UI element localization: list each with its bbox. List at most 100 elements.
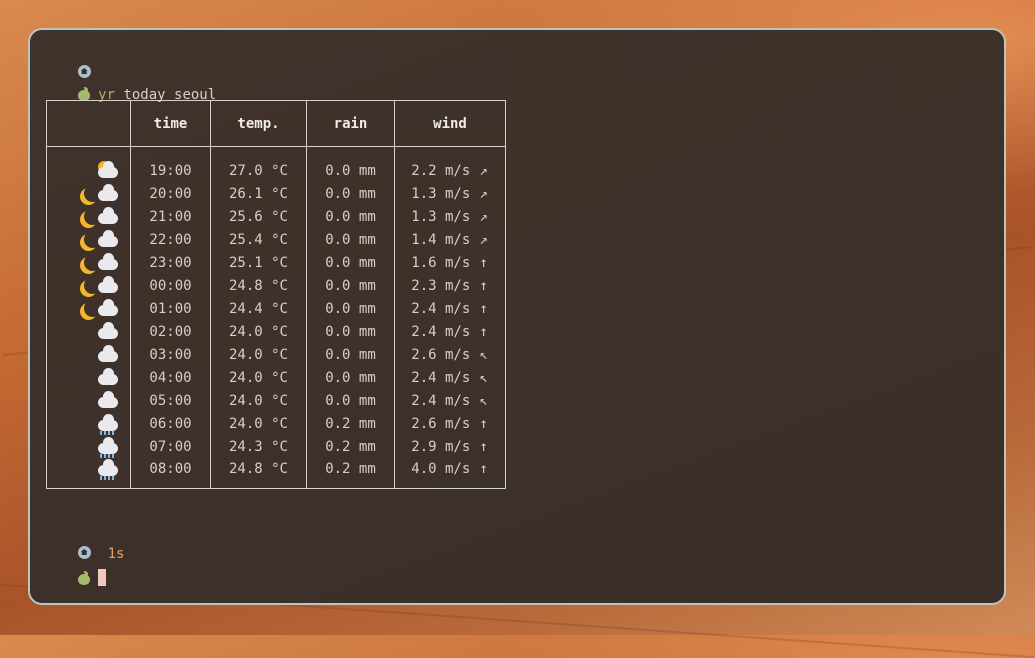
wind-direction-icon: ↗ [479, 231, 488, 248]
temp-cell: 24.0 °C [210, 389, 307, 412]
weather-icon-cell [46, 182, 131, 205]
cloud-icon [82, 344, 118, 365]
wind-speed: 2.2 m/s [411, 162, 471, 179]
moon-cloud-icon [82, 229, 118, 250]
wind-direction-icon: ↗ [479, 162, 488, 179]
table-row: 06:00 24.0 °C 0.2 mm 2.6 m/s ↑ [46, 412, 506, 435]
rain-cell: 0.2 mm [306, 435, 395, 458]
wind-direction-icon: ↗ [479, 208, 488, 225]
rain-cell: 0.0 mm [306, 251, 395, 274]
table-row: 19:00 27.0 °C 0.0 mm 2.2 m/s ↗ [46, 159, 506, 182]
input-line[interactable] [44, 553, 107, 603]
cloud-icon [82, 321, 118, 342]
wind-speed: 1.4 m/s [411, 231, 471, 248]
temp-cell: 24.0 °C [210, 366, 307, 389]
weather-icon-cell [46, 320, 131, 343]
rain-cell: 0.0 mm [306, 274, 395, 297]
wind-cell: 2.2 m/s ↗ [394, 159, 506, 182]
wind-speed: 2.3 m/s [411, 277, 471, 294]
cloud-icon [82, 390, 118, 411]
header-wind: wind [394, 100, 506, 147]
table-header-row: time temp. rain wind [46, 100, 506, 147]
header-temp: temp. [210, 100, 307, 147]
moon-cloud-icon [82, 252, 118, 273]
temp-cell: 25.1 °C [210, 251, 307, 274]
table-row: 05:00 24.0 °C 0.0 mm 2.4 m/s ↖ [46, 389, 506, 412]
rain-cell: 0.0 mm [306, 297, 395, 320]
weather-icon-cell [46, 389, 131, 412]
wind-speed: 2.4 m/s [411, 323, 471, 340]
terminal-window[interactable]: yr today seoul time temp. rain wind 19:0… [28, 28, 1006, 605]
wind-cell: 2.4 m/s ↖ [394, 389, 506, 412]
weather-icon-cell [46, 412, 131, 435]
wind-speed: 1.3 m/s [411, 208, 471, 225]
wind-speed: 1.3 m/s [411, 185, 471, 202]
table-row: 07:00 24.3 °C 0.2 mm 2.9 m/s ↑ [46, 435, 506, 458]
table-row: 04:00 24.0 °C 0.0 mm 2.4 m/s ↖ [46, 366, 506, 389]
temp-cell: 27.0 °C [210, 159, 307, 182]
text-cursor[interactable] [98, 569, 107, 586]
rain-cell: 0.0 mm [306, 159, 395, 182]
wind-speed: 1.6 m/s [411, 254, 471, 271]
time-cell: 06:00 [130, 412, 211, 435]
table-row: 20:00 26.1 °C 0.0 mm 1.3 m/s ↗ [46, 182, 506, 205]
temp-cell: 24.3 °C [210, 435, 307, 458]
table-row: 00:00 24.8 °C 0.0 mm 2.3 m/s ↑ [46, 274, 506, 297]
command-duration: 1s [107, 546, 125, 562]
wind-speed: 2.4 m/s [411, 392, 471, 409]
moon-cloud-icon [82, 298, 118, 319]
weather-icon-cell [46, 228, 131, 251]
header-rain: rain [306, 100, 395, 147]
wind-cell: 2.6 m/s ↖ [394, 343, 506, 366]
wind-cell: 2.6 m/s ↑ [394, 412, 506, 435]
rain-cell: 0.0 mm [306, 228, 395, 251]
cloud-rain-icon [82, 413, 118, 435]
table-row: 03:00 24.0 °C 0.0 mm 2.6 m/s ↖ [46, 343, 506, 366]
table-row: 21:00 25.6 °C 0.0 mm 1.3 m/s ↗ [46, 205, 506, 228]
forecast-table: time temp. rain wind 19:00 27.0 °C 0.0 mm 2… [46, 100, 506, 489]
wind-cell: 1.3 m/s ↗ [394, 205, 506, 228]
wind-cell: 1.6 m/s ↑ [394, 251, 506, 274]
temp-cell: 24.8 °C [210, 274, 307, 297]
cloud-rain-icon [82, 436, 118, 458]
time-cell: 01:00 [130, 297, 211, 320]
wind-cell: 2.4 m/s ↑ [394, 297, 506, 320]
wind-direction-icon: ↑ [479, 438, 488, 455]
rain-cell: 0.2 mm [306, 458, 395, 489]
wind-direction-icon: ↑ [479, 461, 488, 477]
wind-direction-icon: ↖ [479, 369, 488, 386]
time-cell: 23:00 [130, 251, 211, 274]
apple-icon [77, 87, 90, 101]
rain-cell: 0.0 mm [306, 343, 395, 366]
rain-cell: 0.0 mm [306, 182, 395, 205]
temp-cell: 26.1 °C [210, 182, 307, 205]
cloud-rain-icon [82, 459, 118, 480]
wind-speed: 2.4 m/s [411, 369, 471, 386]
time-cell: 04:00 [130, 366, 211, 389]
time-cell: 08:00 [130, 458, 211, 489]
temp-cell: 24.0 °C [210, 412, 307, 435]
wind-cell: 2.3 m/s ↑ [394, 274, 506, 297]
wind-cell: 2.4 m/s ↑ [394, 320, 506, 343]
time-cell: 22:00 [130, 228, 211, 251]
header-icon [46, 100, 131, 147]
wind-direction-icon: ↗ [479, 185, 488, 202]
wind-cell: 4.0 m/s ↑ [394, 458, 506, 489]
rain-cell: 0.0 mm [306, 320, 395, 343]
wind-direction-icon: ↑ [479, 300, 488, 317]
weather-icon-cell [46, 435, 131, 458]
time-cell: 00:00 [130, 274, 211, 297]
time-cell: 05:00 [130, 389, 211, 412]
moon-cloud-icon [82, 275, 118, 296]
wind-cell: 2.9 m/s ↑ [394, 435, 506, 458]
wind-cell: 1.4 m/s ↗ [394, 228, 506, 251]
time-cell: 07:00 [130, 435, 211, 458]
weather-icon-cell [46, 251, 131, 274]
temp-cell: 24.4 °C [210, 297, 307, 320]
time-cell: 19:00 [130, 159, 211, 182]
weather-icon-cell [46, 205, 131, 228]
sun-behind-cloud-icon [82, 160, 118, 181]
weather-icon-cell [46, 297, 131, 320]
temp-cell: 24.0 °C [210, 320, 307, 343]
table-row: 23:00 25.1 °C 0.0 mm 1.6 m/s ↑ [46, 251, 506, 274]
